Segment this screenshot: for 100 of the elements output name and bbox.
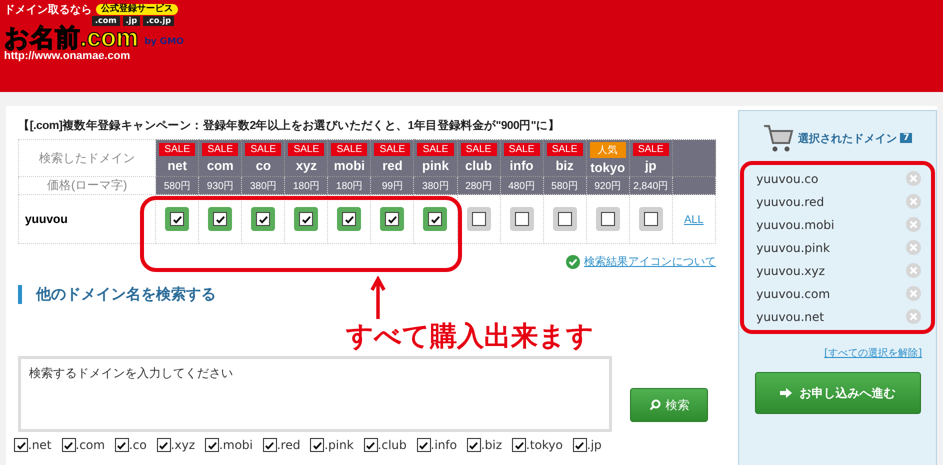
icon-help-link[interactable]: 検索結果アイコンについて (584, 254, 716, 269)
tld-option[interactable]: .jp (572, 438, 602, 452)
checkmark-icon (386, 214, 398, 224)
column-label: 検索したドメイン (18, 140, 156, 176)
checkbox[interactable] (572, 438, 587, 452)
domain-checkbox[interactable] (423, 207, 448, 231)
logo-tld: .com (92, 16, 120, 26)
tld-option[interactable]: .biz (466, 438, 502, 452)
logo-tld: .jp (122, 16, 140, 26)
domain-checkbox[interactable] (251, 207, 276, 231)
tld-name: club (464, 158, 493, 173)
checkbox[interactable] (512, 438, 526, 452)
tld-option[interactable]: .com (62, 438, 105, 452)
option-label: .net (28, 438, 52, 452)
checkbox[interactable] (14, 438, 28, 452)
tld-badge: SALE (417, 143, 454, 156)
domain-checkbox[interactable] (596, 207, 620, 231)
logo-byline: by GMO (144, 38, 184, 47)
tld-option[interactable]: .red (262, 438, 300, 452)
price-cell: 380円 (414, 176, 458, 194)
checkbox[interactable] (310, 438, 324, 452)
tld-name: pink (421, 158, 450, 173)
domain-checkbox[interactable] (510, 207, 534, 231)
tld-option[interactable]: .info (416, 438, 457, 452)
tld-name: xyz (294, 158, 318, 173)
checkbox[interactable] (62, 438, 76, 452)
checkbox[interactable] (114, 438, 129, 452)
option-label: .club (378, 438, 407, 452)
option-label: .tokyo (526, 438, 563, 452)
price-cell: 580円 (543, 176, 586, 194)
checkbox[interactable] (466, 438, 481, 452)
price-cell: 930円 (198, 176, 242, 194)
shopping-cart-icon (763, 123, 796, 153)
domain-checkbox[interactable] (294, 207, 318, 231)
tld-name: co (254, 158, 272, 173)
selected-domain: yuuvou.red (756, 194, 824, 208)
price-cell: 180円 (328, 176, 371, 194)
domain-checkbox[interactable] (337, 207, 362, 231)
logo-url: http://www.onamae.com (4, 51, 132, 62)
price-cell: 99円 (370, 176, 414, 194)
option-label: .biz (480, 438, 502, 452)
cart-title: 選択されたドメイン (798, 130, 898, 146)
count-badge: 7 (900, 133, 912, 143)
tld-option[interactable]: .pink (310, 438, 354, 452)
checkmark-icon (300, 214, 312, 224)
option-label: .pink (324, 438, 354, 452)
tld-option[interactable]: .mobi (205, 438, 253, 452)
tld-option[interactable]: .tokyo (512, 438, 563, 452)
option-label: .com (76, 438, 105, 452)
checkbox[interactable] (364, 438, 378, 452)
tld-badge: SALE (159, 143, 196, 156)
domain-checkbox[interactable] (466, 207, 491, 231)
logo-text[interactable]: お名前.com (4, 26, 138, 51)
selected-domain: yuuvou.xyz (756, 264, 825, 278)
select-all-link[interactable]: ALL (684, 214, 704, 226)
tld-option[interactable]: .club (364, 438, 407, 452)
tld-badge: SALE (546, 143, 583, 156)
checkbox[interactable] (205, 438, 220, 452)
tld-option[interactable]: .co (114, 438, 147, 452)
checkmark-icon (430, 214, 441, 224)
tld-option[interactable]: .net (14, 438, 52, 452)
tld-option[interactable]: .xyz (156, 438, 196, 452)
checkbox[interactable] (416, 438, 431, 452)
tld-name: com (206, 158, 235, 173)
selected-domain: yuuvou.co (756, 172, 818, 186)
tld-badge: SALE (245, 143, 282, 156)
domain-checkbox[interactable] (552, 207, 577, 231)
tld-name: biz (554, 158, 575, 173)
option-label: .mobi (219, 438, 253, 452)
tld-badge: SALE (632, 143, 669, 156)
arrow-right-icon (780, 388, 792, 398)
price-cell: 280円 (457, 176, 500, 194)
tld-name: tokyo (589, 160, 626, 174)
domain-checkbox[interactable] (380, 207, 404, 231)
checkmark-icon (258, 214, 269, 224)
price-cell: 180円 (284, 176, 328, 194)
price-label: 価格(ローマ字) (18, 176, 156, 194)
search-icon (648, 399, 660, 411)
checkbox[interactable] (156, 438, 171, 452)
tld-name: jp (644, 158, 658, 173)
price-cell: 380円 (242, 176, 285, 194)
campaign-text: 【[.com]複数年登録キャンペーン：登録年数2年以上をお選びいただくと、1年目登録料金が"900円"に】 (18, 118, 560, 133)
price-cell: 920円 (586, 176, 630, 194)
annotation-arrow (370, 276, 386, 320)
tld-badge: 人気 (590, 142, 626, 158)
checkmark-icon (566, 254, 580, 268)
tld-badge: SALE (460, 143, 497, 156)
annotation-text: すべて購入出来ます (346, 320, 594, 354)
tld-name: red (381, 158, 404, 173)
checkbox[interactable] (262, 438, 277, 452)
tld-badge: SALE (331, 143, 368, 156)
tld-badge: SALE (504, 143, 540, 156)
price-cell: 580円 (156, 176, 199, 194)
price-cell: 2,840円 (629, 176, 672, 194)
domain-checkbox[interactable] (165, 207, 190, 231)
domain-checkbox[interactable] (208, 207, 232, 231)
domain-checkbox[interactable] (638, 207, 663, 231)
checkmark-icon (214, 214, 226, 224)
option-label: .co (128, 438, 147, 452)
domain-search-field[interactable]: 検索するドメインを入力してください (18, 356, 612, 432)
